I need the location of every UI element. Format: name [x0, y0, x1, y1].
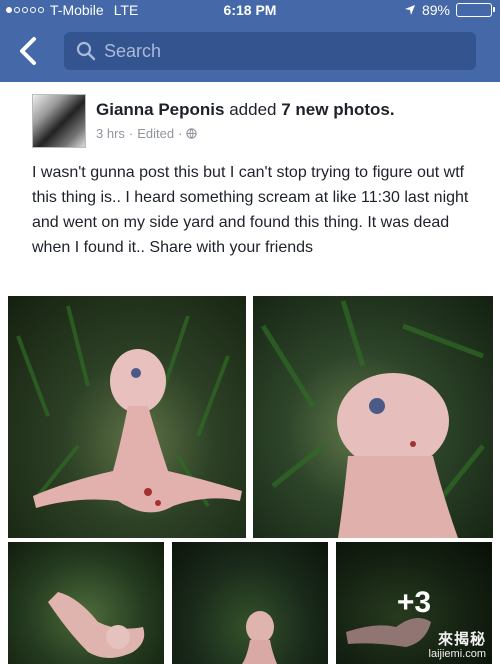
author-name[interactable]: Gianna Peponis	[96, 100, 224, 119]
meta-separator: ·	[128, 126, 134, 141]
post-photo-5[interactable]: +3 來揭秘 laijiemi.com	[336, 542, 492, 664]
status-bar: T-Mobile LTE 6:18 PM 89%	[0, 0, 500, 22]
post-header: Gianna Peponis added 7 new photos.	[96, 100, 395, 120]
post-photo-1[interactable]	[8, 296, 246, 538]
search-input[interactable]	[104, 40, 444, 62]
search-icon	[76, 41, 96, 61]
watermark-cn: 來揭秘	[437, 630, 486, 649]
watermark: 來揭秘 laijiemi.com	[429, 631, 486, 660]
post-action: added	[229, 100, 277, 119]
meta-separator-2: ·	[178, 126, 183, 141]
avatar[interactable]	[32, 94, 86, 148]
post-photo-3[interactable]	[8, 542, 164, 664]
post-time[interactable]: 3 hrs	[96, 126, 125, 141]
post-action-bold[interactable]: 7 new photos.	[281, 100, 394, 119]
chevron-left-icon	[20, 37, 36, 65]
post-text: I wasn't gunna post this but I can't sto…	[32, 164, 469, 256]
post-photo-4[interactable]	[172, 542, 328, 664]
post-photo-2[interactable]	[253, 296, 493, 538]
post-meta: 3 hrs · Edited ·	[96, 126, 198, 141]
battery-icon	[456, 3, 495, 17]
back-button[interactable]	[14, 34, 44, 68]
location-arrow-icon	[404, 5, 415, 15]
search-bar[interactable]	[64, 32, 476, 70]
globe-icon	[186, 128, 198, 139]
creature-image-4	[242, 611, 277, 664]
battery-label: 89%	[421, 2, 450, 18]
creature-image-3	[48, 592, 145, 658]
top-bar: T-Mobile LTE 6:18 PM 89%	[0, 0, 500, 82]
creature-image	[16, 305, 242, 513]
status-right: 89%	[404, 2, 495, 18]
post-card: Gianna Peponis added 7 new photos. 3 hrs…	[0, 82, 500, 664]
creature-closeup-image	[260, 300, 485, 538]
watermark-url: laijiemi.com	[428, 647, 486, 660]
post-edited[interactable]: Edited	[137, 126, 174, 141]
